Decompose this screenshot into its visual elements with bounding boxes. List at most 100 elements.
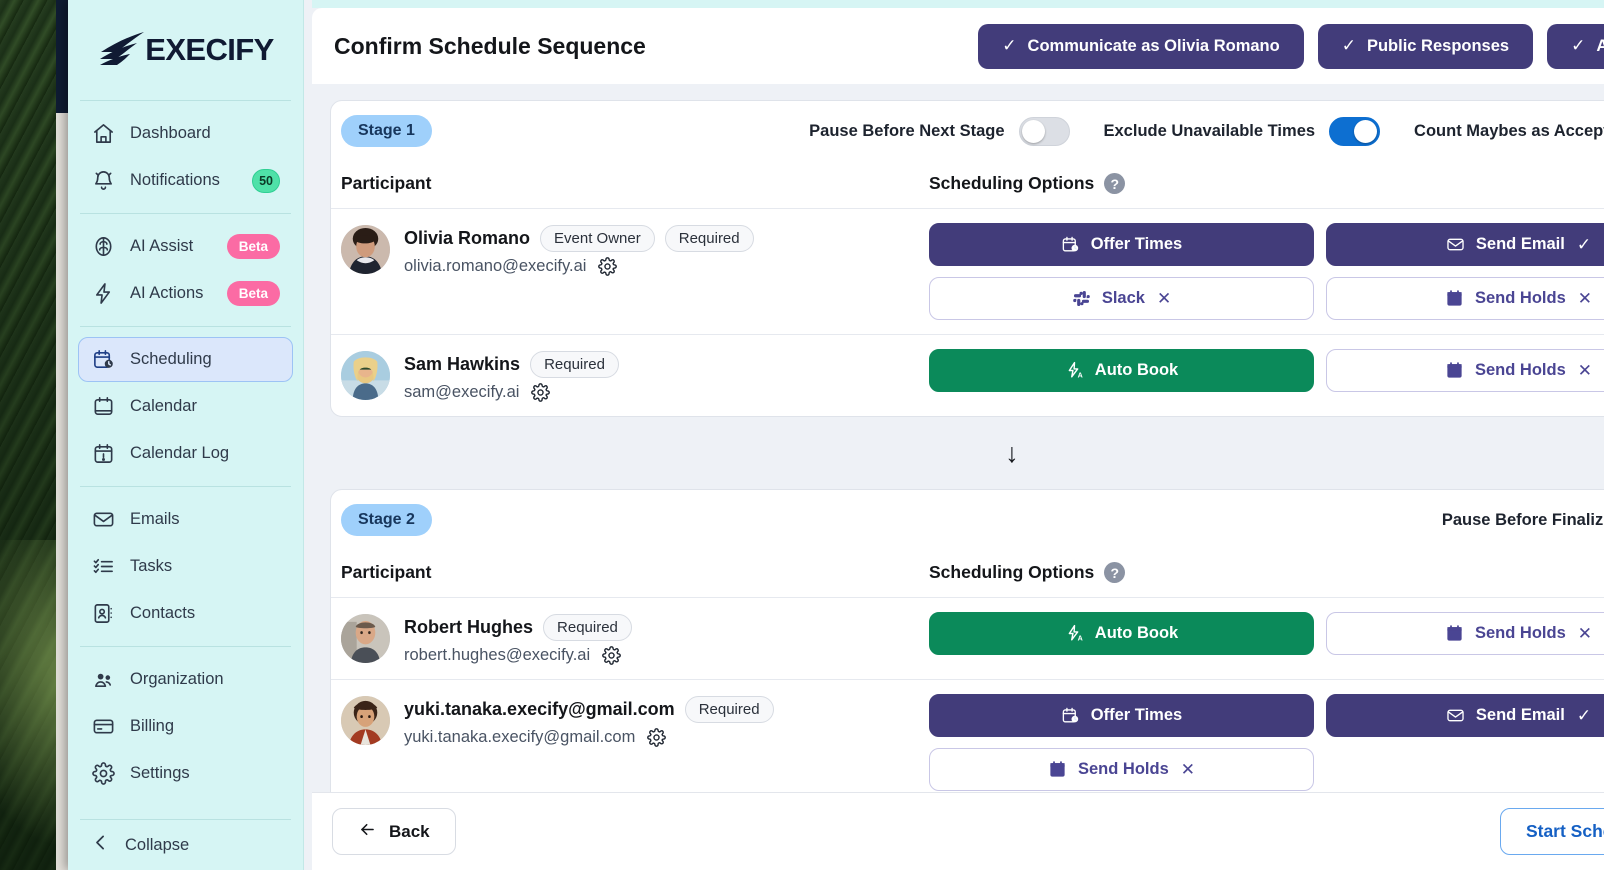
avatar <box>341 225 390 274</box>
close-icon[interactable]: ✕ <box>1578 624 1592 644</box>
action-column-1: Offer Times Slack ✕ <box>929 223 1314 320</box>
credit-card-icon <box>91 714 116 739</box>
calendar-clock-icon <box>91 347 116 372</box>
sidebar-item-contacts[interactable]: Contacts <box>78 591 293 636</box>
close-icon[interactable]: ✕ <box>1578 361 1592 381</box>
close-icon[interactable]: ✕ <box>1181 760 1195 780</box>
toggle-exclude-unavailable-times[interactable] <box>1329 116 1381 146</box>
participant-actions: A Auto Book Send Holds ✕ <box>929 612 1604 655</box>
header-action-communicate-as-olivia-romano[interactable]: ✓ Communicate as Olivia Romano <box>978 23 1304 69</box>
stages-scroll-area[interactable]: Stage 1 Pause Before Next Stage Exclude Un… <box>312 84 1604 870</box>
toggle-pause-before-next-stage[interactable] <box>1018 116 1070 146</box>
collapse-label: Collapse <box>125 835 190 854</box>
action-column-1: Offer Times Send Holds ✕ <box>929 694 1314 791</box>
sidebar-item-scheduling[interactable]: Scheduling <box>78 337 293 382</box>
stage-badge: Stage 1 <box>341 115 432 147</box>
action-label: Send Holds <box>1474 624 1566 642</box>
action-send-holds-button[interactable]: Send Holds ✕ <box>929 748 1314 791</box>
calendar-clock-icon <box>1061 235 1081 255</box>
sidebar-item-label: Billing <box>130 717 175 735</box>
slack-icon <box>1072 289 1092 309</box>
toggle-knob <box>1021 119 1045 143</box>
sidebar-item-label: Settings <box>130 764 190 782</box>
gear-icon[interactable] <box>598 257 618 276</box>
page-header: Confirm Schedule Sequence ✓ Communicate a… <box>312 8 1604 84</box>
start-schedule-button[interactable]: Start Schedule N <box>1499 808 1604 855</box>
gear-icon[interactable] <box>531 383 551 402</box>
sidebar-item-calendar-log[interactable]: Calendar Log <box>78 431 293 476</box>
participant-email-row: yuki.tanaka.execify@gmail.com <box>404 728 774 747</box>
svg-text:A: A <box>1078 372 1083 380</box>
sidebar-item-ai-assist[interactable]: AI Assist Beta <box>78 224 293 269</box>
gear-icon <box>91 761 116 786</box>
action-send-holds-button[interactable]: Send Holds ✕ <box>1326 349 1604 392</box>
header-action-label: Public Responses <box>1366 36 1510 55</box>
envelope-icon <box>1446 235 1466 255</box>
help-icon[interactable]: ? <box>1104 562 1126 583</box>
action-slack-button[interactable]: Slack ✕ <box>929 277 1314 320</box>
action-column-2: Send Holds ✕ <box>1326 612 1604 655</box>
arrow-down-icon: ↓ <box>1005 437 1019 468</box>
participant-row: Robert Hughes Required robert.hughes@execi… <box>331 598 1604 680</box>
sidebar-item-calendar[interactable]: Calendar <box>78 384 293 429</box>
sidebar-item-emails[interactable]: Emails <box>78 497 293 542</box>
start-schedule-label: Start Schedule N <box>1525 821 1604 841</box>
participant-email: sam@execify.ai <box>404 383 520 401</box>
stage-header: Stage 1 Pause Before Next Stage Exclude Un… <box>331 101 1604 161</box>
participant-actions: Offer Times Slack ✕ Send Email ✓ Send Holds ✕ <box>929 223 1604 320</box>
toggle-label: Exclude Unavailable Times <box>1103 121 1316 140</box>
home-icon <box>91 121 116 146</box>
sidebar-item-label: Calendar Log <box>130 444 230 462</box>
column-header-participant: Participant <box>341 562 432 582</box>
gear-icon[interactable] <box>647 728 667 747</box>
check-icon[interactable]: ✓ <box>1577 706 1591 726</box>
avatar <box>341 614 390 663</box>
header-action-public-responses[interactable]: ✓ Public Responses <box>1317 23 1534 69</box>
sidebar-item-organization[interactable]: Organization <box>78 657 293 702</box>
sidebar-item-settings[interactable]: Settings <box>78 751 293 796</box>
action-send-email-button[interactable]: Send Email ✓ <box>1326 694 1604 737</box>
action-label: Send Email <box>1475 235 1565 253</box>
action-send-email-button[interactable]: Send Email ✓ <box>1326 223 1604 266</box>
gear-icon[interactable] <box>602 646 621 665</box>
participant-name-row: yuki.tanaka.execify@gmail.com Required <box>404 696 774 723</box>
participant-email: olivia.romano@execify.ai <box>404 257 587 275</box>
logo[interactable]: EXECIFY <box>68 0 303 100</box>
sidebar-item-tasks[interactable]: Tasks <box>78 544 293 589</box>
check-icon[interactable]: ✓ <box>1577 235 1591 255</box>
close-icon[interactable]: ✕ <box>1157 289 1171 309</box>
close-icon[interactable]: ✕ <box>1578 289 1592 309</box>
sidebar-collapse-button[interactable]: Collapse <box>68 820 303 870</box>
logo-text: EXECIFY <box>145 32 274 67</box>
table-header: Participant Scheduling Options? <box>331 161 1604 209</box>
sidebar-item-ai-actions[interactable]: AI Actions Beta <box>78 271 293 316</box>
sidebar-item-notifications[interactable]: Notifications 50 <box>78 158 293 203</box>
participant-info: Robert Hughes Required robert.hughes@execi… <box>341 612 929 665</box>
sidebar-item-billing[interactable]: Billing <box>78 704 293 749</box>
header-action-label: Communicate as Olivia Romano <box>1027 36 1280 55</box>
column-header-label: Scheduling Options <box>929 173 1095 193</box>
action-send-holds-button[interactable]: Send Holds ✕ <box>1326 612 1604 655</box>
participant-name-row: Sam Hawkins Required <box>404 351 619 378</box>
toggle-group: Pause Before Next Stage <box>809 116 1070 146</box>
back-button[interactable]: Back <box>332 808 456 855</box>
brain-icon <box>91 234 116 259</box>
action-label: Auto Book <box>1094 361 1179 379</box>
action-label: Slack <box>1101 289 1145 307</box>
help-icon[interactable]: ? <box>1104 173 1126 194</box>
action-column-2: Send Email ✓ Send Holds ✕ <box>1326 223 1604 320</box>
participant-details: Robert Hughes Required robert.hughes@execi… <box>404 614 632 665</box>
sidebar-item-label: Organization <box>130 670 224 688</box>
header-action-add-goo[interactable]: ✓ Add Goo <box>1547 23 1604 69</box>
sidebar-nav: Dashboard Notifications 50 AI Assist Beta AI … <box>68 101 303 806</box>
action-offer-times-button[interactable]: Offer Times <box>929 694 1314 737</box>
stage-header: Stage 2 Pause Before Finalizing <box>331 490 1604 550</box>
action-offer-times-button[interactable]: Offer Times <box>929 223 1314 266</box>
action-column-2: Send Email ✓ <box>1326 694 1604 791</box>
action-send-holds-button[interactable]: Send Holds ✕ <box>1326 277 1604 320</box>
sidebar-item-dashboard[interactable]: Dashboard <box>78 111 293 156</box>
action-auto-book-button[interactable]: A Auto Book <box>929 612 1314 655</box>
action-auto-book-button[interactable]: A Auto Book <box>929 349 1314 392</box>
stage-card-1: Stage 1 Pause Before Next Stage Exclude Un… <box>330 100 1604 417</box>
